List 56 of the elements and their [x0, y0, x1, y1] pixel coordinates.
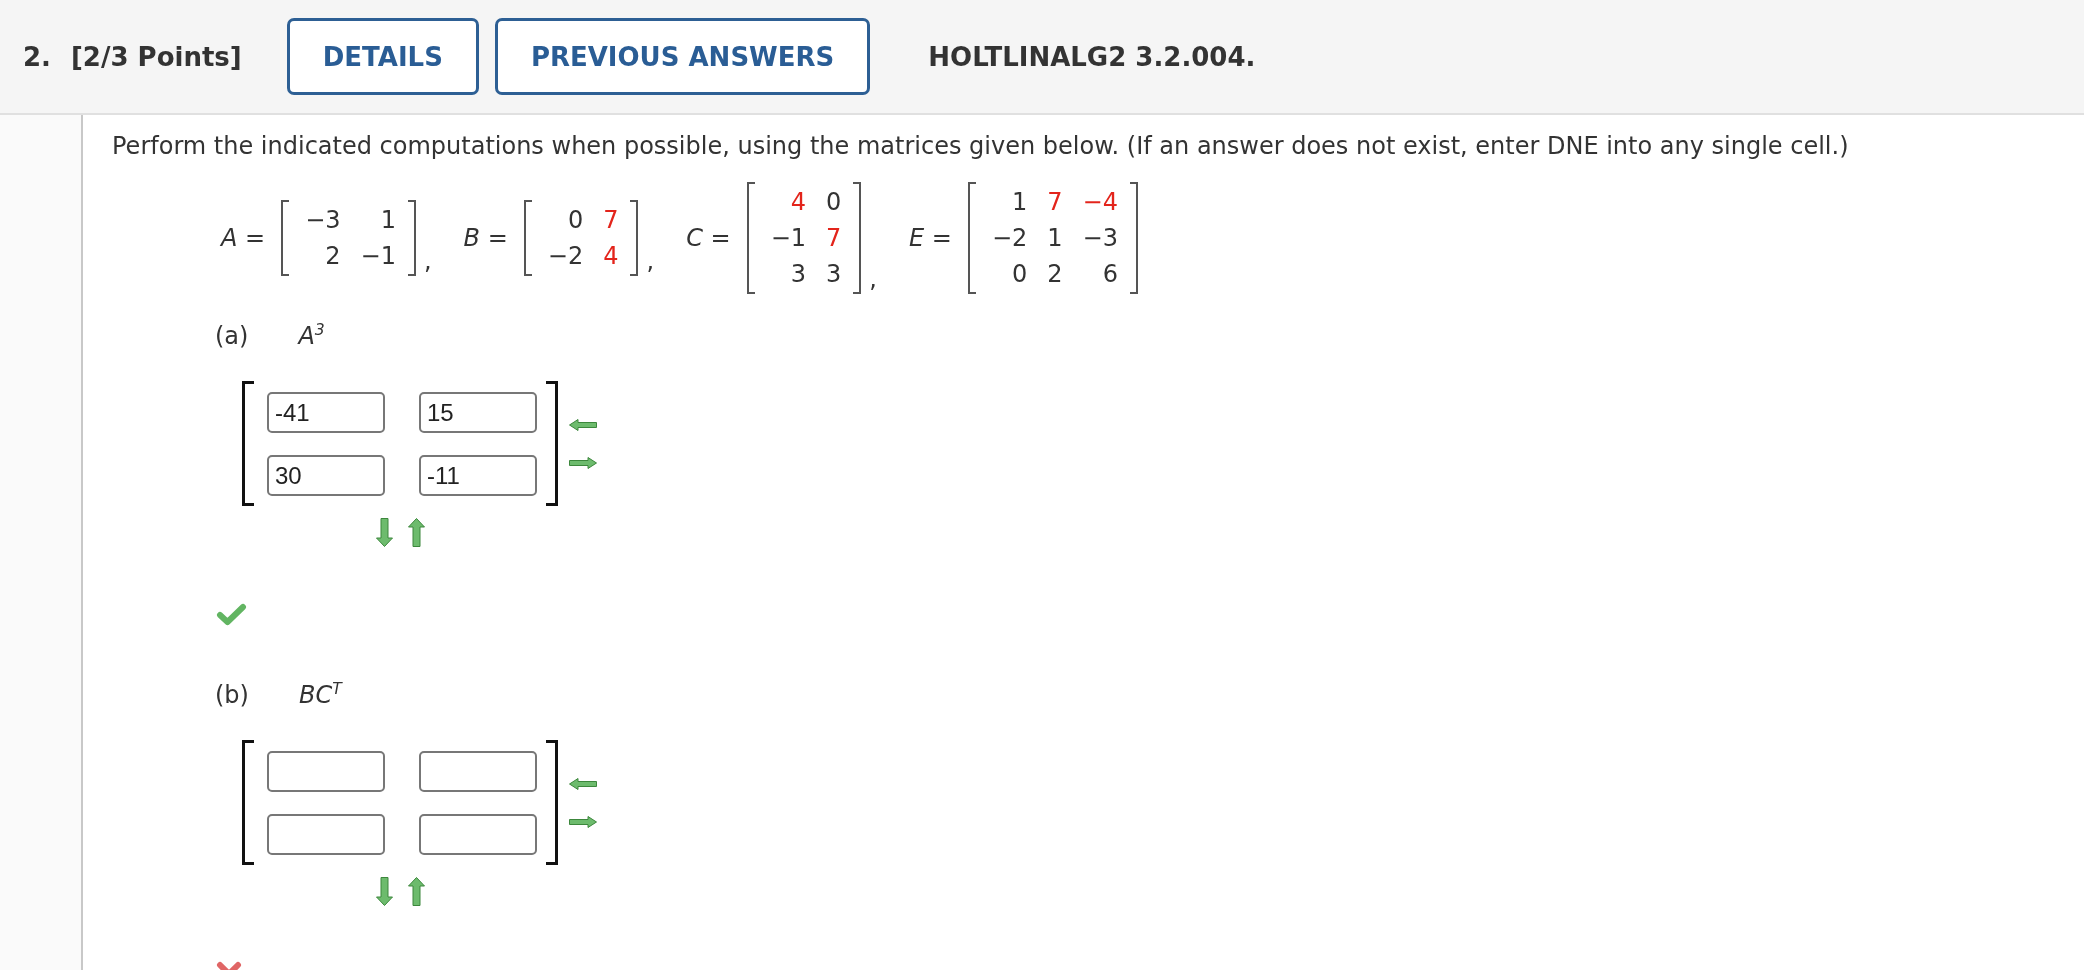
part-expression: BC$^{T}$ [298, 681, 342, 710]
up-arrow-icon[interactable] [407, 518, 425, 547]
matrix-entry: −3 [305, 205, 341, 236]
matrix-entry: 1 [1047, 223, 1063, 254]
matrix-entry: 6 [1102, 259, 1118, 290]
matrix-entry: −2 [991, 223, 1028, 254]
matrix-entry: 0 [826, 187, 842, 218]
matrix-label: C = [686, 223, 731, 253]
matrix-entry: 2 [1047, 259, 1063, 290]
comma-separator: , [646, 247, 655, 276]
answer-input[interactable]: 30 [267, 455, 385, 496]
matrix-entry: 1 [1012, 187, 1028, 218]
matrix-label: A = [221, 223, 266, 253]
down-arrow-icon[interactable] [375, 518, 393, 547]
matrix-entry: −4 [1082, 187, 1118, 218]
question-code: HOLTLINALG2 3.2.004. [928, 41, 1256, 72]
details-button[interactable]: DETAILS [286, 18, 479, 95]
matrix-label: B = [463, 223, 508, 253]
matrix-entry: −1 [770, 223, 807, 254]
right-arrow-icon[interactable] [569, 456, 597, 469]
answer-input[interactable]: 15 [419, 392, 537, 433]
instructions-text: Perform the indicated computations when possible, using the matrices given below. (If an answer does not exist, enter DNE into any single cell.) [112, 132, 1850, 161]
matrix-entry: −1 [360, 241, 396, 272]
answer-input[interactable] [419, 751, 537, 792]
matrix-entry: 4 [603, 241, 619, 272]
part-label: (b) [215, 681, 249, 710]
answer-input[interactable]: -41 [267, 392, 385, 433]
matrix-entry: 7 [603, 205, 619, 236]
matrix-entry: −3 [1082, 223, 1118, 254]
answer-input[interactable] [267, 751, 385, 792]
matrix-entry: 7 [826, 223, 842, 254]
part-label: (a) [215, 322, 249, 351]
previous-answers-button[interactable]: PREVIOUS ANSWERS [494, 18, 871, 95]
matrix-entry: 2 [325, 241, 341, 272]
up-arrow-icon[interactable] [407, 877, 425, 906]
answer-input[interactable]: -11 [419, 455, 537, 496]
part-expression: A$^{3}$ [298, 322, 325, 351]
comma-separator: , [423, 247, 432, 276]
matrix-entry: 1 [380, 205, 396, 236]
matrix-entry: 0 [1012, 259, 1028, 290]
left-arrow-icon[interactable] [569, 777, 597, 790]
matrix-entry: 4 [790, 187, 807, 218]
left-arrow-icon[interactable] [569, 418, 597, 431]
down-arrow-icon[interactable] [375, 877, 393, 906]
comma-separator: , [869, 265, 877, 294]
matrix-entry: 3 [826, 259, 842, 290]
matrix-entry: −2 [547, 241, 584, 272]
matrix-label: E = [908, 223, 952, 253]
right-arrow-icon[interactable] [569, 815, 597, 828]
answer-input[interactable] [419, 814, 537, 855]
answer-input[interactable] [267, 814, 385, 855]
matrix-entry: 7 [1047, 187, 1063, 218]
question-number: 2. [23, 41, 51, 72]
matrix-entry: 0 [567, 205, 584, 236]
question-points: [2/3 Points] [70, 41, 242, 72]
matrix-entry: 3 [790, 259, 807, 290]
